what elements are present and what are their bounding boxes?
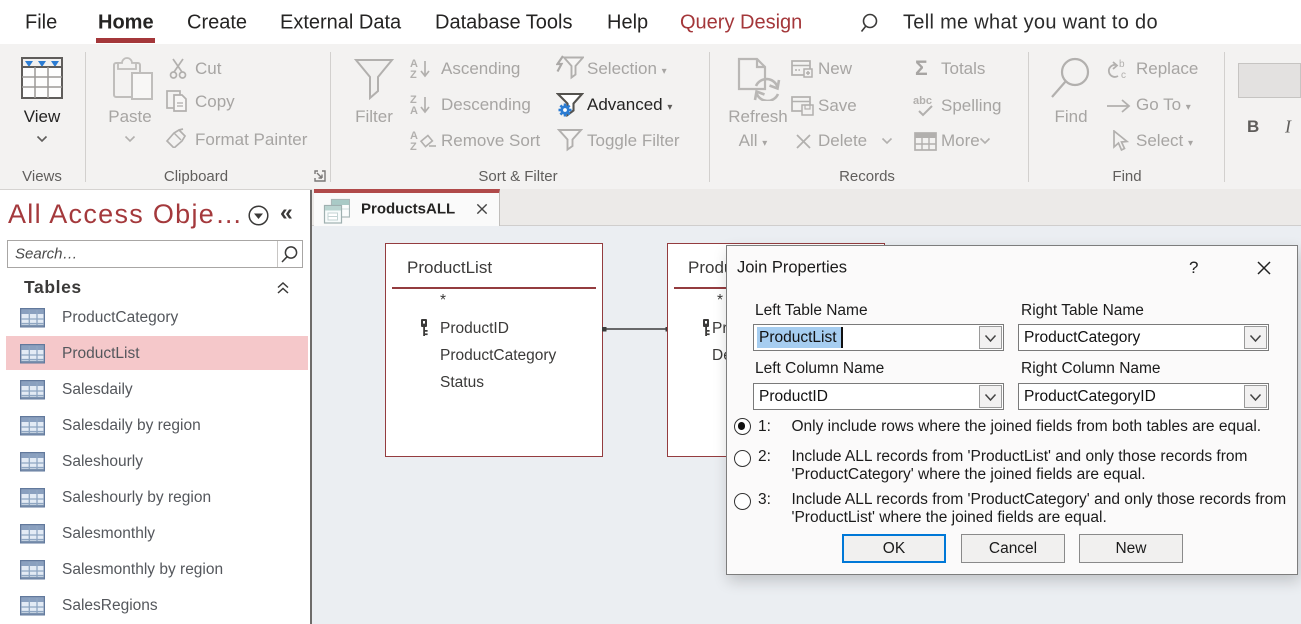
svg-text:abc: abc [913, 95, 932, 107]
svg-text:c: c [1121, 70, 1126, 79]
svg-text:b: b [1119, 59, 1125, 70]
svg-text:Z: Z [410, 141, 417, 151]
svg-text:A: A [410, 105, 418, 115]
svg-text:Z: Z [410, 69, 417, 79]
